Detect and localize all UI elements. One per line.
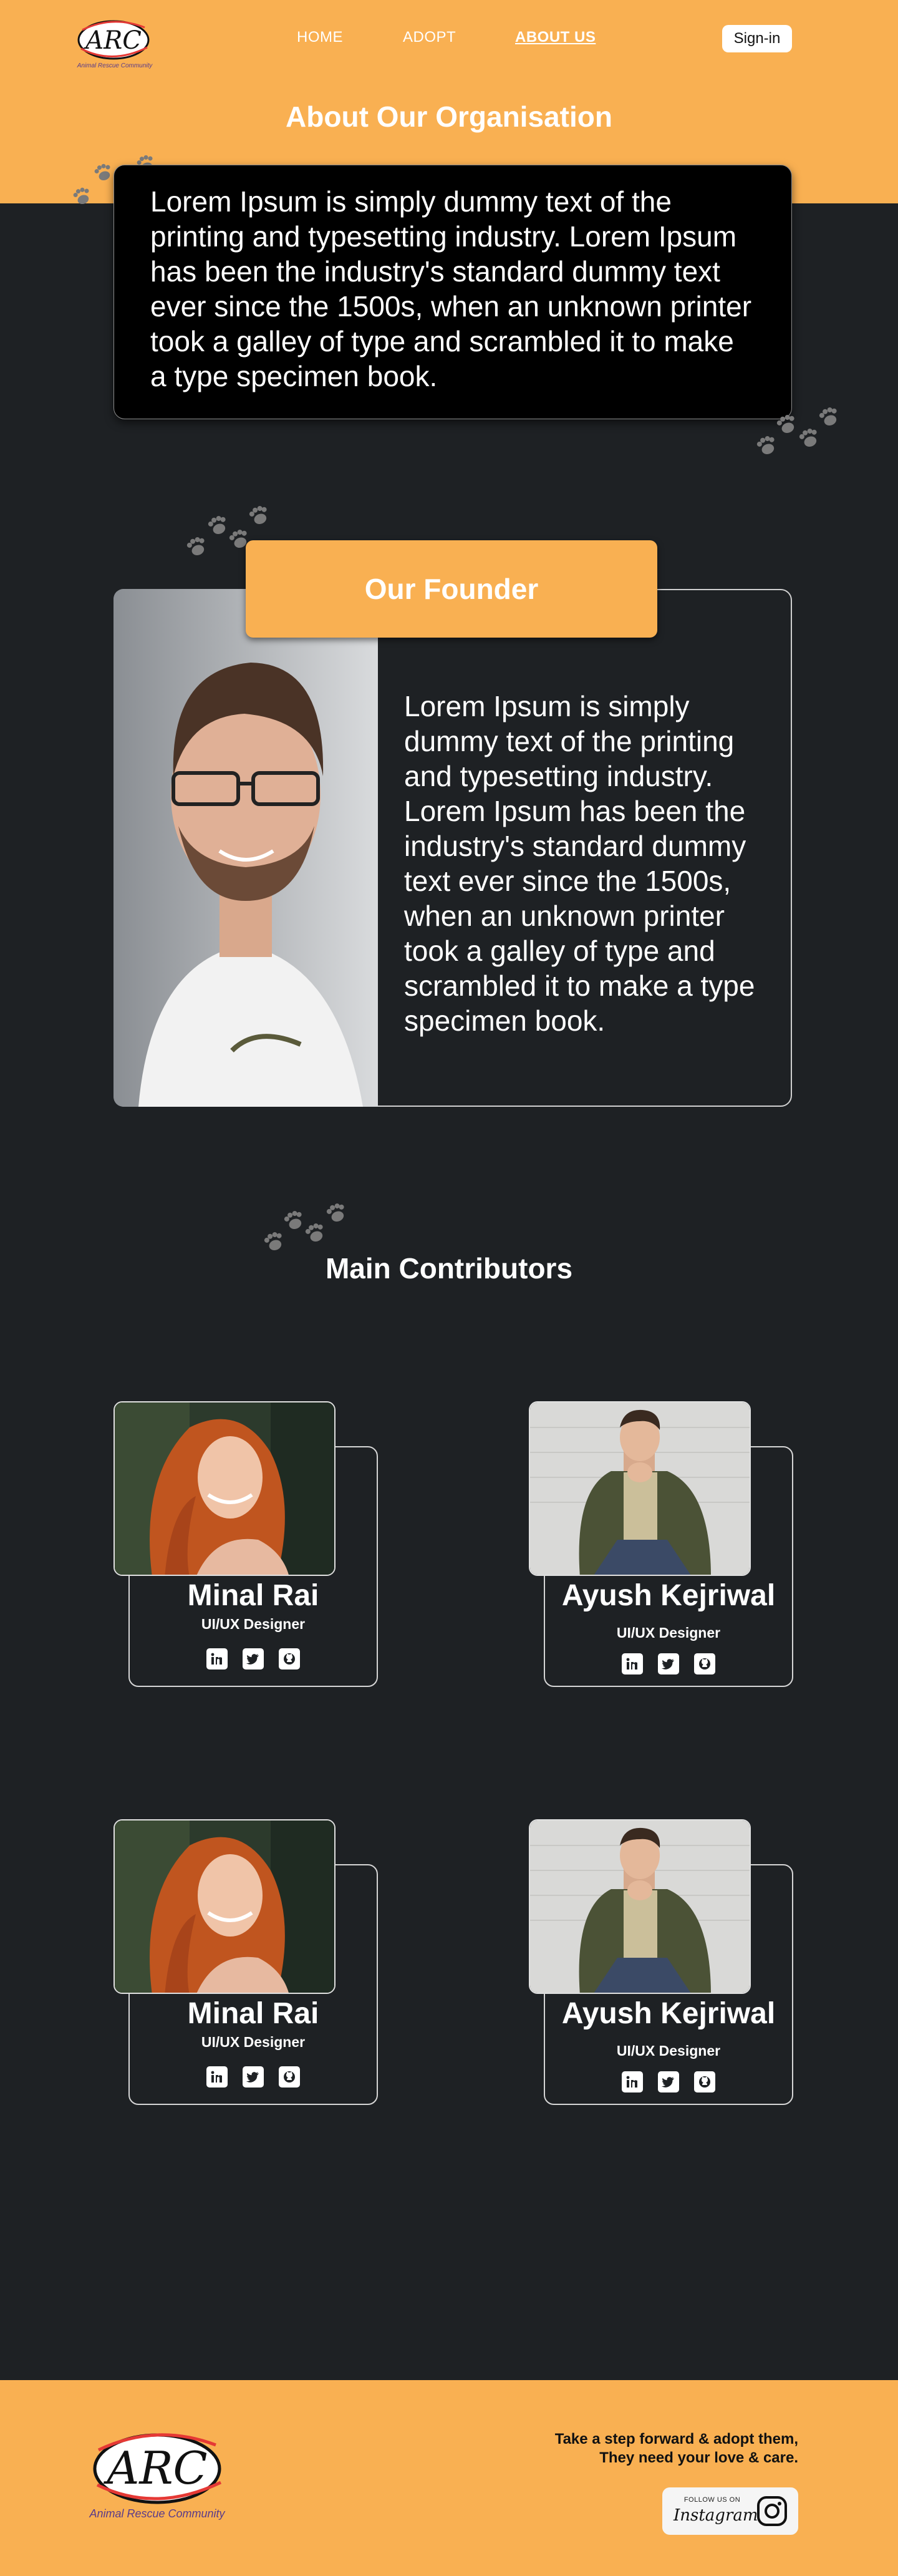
github-icon[interactable] [279,1648,300,1670]
nav-about-us[interactable]: ABOUT US [515,29,596,46]
page-title: About Our Organisation [286,100,612,133]
contributor-role: UI/UX Designer [201,2034,306,2050]
contributor-card: Ayush Kejriwal UI/UX Designer [529,1401,799,1688]
contributor-photo [113,1401,336,1576]
linkedin-icon[interactable] [206,1648,228,1670]
github-icon[interactable] [694,1653,715,1674]
github-icon[interactable] [694,2071,715,2092]
logo-subtitle: Animal Rescue Community [89,2507,225,2520]
contributor-card: Minal Rai UI/UX Designer [113,1819,384,2106]
contributor-photo [529,1819,751,1994]
signin-button[interactable]: Sign-in [722,25,792,52]
founder-heading: Our Founder [246,540,657,638]
contributor-role: UI/UX Designer [201,1616,306,1632]
twitter-icon[interactable] [243,2066,264,2088]
contributor-photo [529,1401,751,1576]
contributor-name: Ayush Kejriwal [561,1997,776,2030]
tagline-line-2: They need your love & care. [599,2449,798,2466]
twitter-icon[interactable] [658,1653,679,1674]
founder-text: Lorem Ipsum is simply dummy text of the … [404,690,755,1037]
twitter-icon[interactable] [658,2071,679,2092]
instagram-icon [757,2496,787,2526]
footer: ARC Animal Rescue Community Take a step … [0,2380,898,2576]
contributor-name: Minal Rai [187,1997,319,2030]
contributor-photo [113,1819,336,1994]
linkedin-icon[interactable] [622,1653,643,1674]
social-links [544,2071,793,2092]
social-links [128,1648,378,1670]
tagline-line-1: Take a step forward & adopt them, [554,2431,798,2447]
instagram-wordmark: Instagram [674,2506,758,2525]
founder-photo [113,589,378,1107]
arc-logo[interactable]: ARC Animal Rescue Community [87,2425,231,2525]
paw-prints-icon [756,407,837,455]
contributors-heading: Main Contributors [325,1252,573,1285]
instagram-button[interactable]: FOLLOW US ON Instagram [662,2487,798,2535]
social-links [128,2066,378,2088]
about-text: Lorem Ipsum is simply dummy text of the … [150,185,752,392]
linkedin-icon[interactable] [622,2071,643,2092]
linkedin-icon[interactable] [206,2066,228,2088]
contributor-name: Ayush Kejriwal [561,1579,776,1612]
social-links [544,1653,793,1674]
logo-wordmark: ARC [103,2442,207,2494]
about-panel: Lorem Ipsum is simply dummy text of the … [113,165,792,419]
nav-adopt[interactable]: ADOPT [403,29,456,46]
contributor-card: Ayush Kejriwal UI/UX Designer [529,1819,799,2106]
contributor-card: Minal Rai UI/UX Designer [113,1401,384,1688]
contributor-name: Minal Rai [187,1579,319,1612]
contributor-role: UI/UX Designer [616,1625,721,1641]
logo-subtitle: Animal Rescue Community [77,62,153,69]
paw-prints-icon [264,1203,344,1251]
github-icon[interactable] [279,2066,300,2088]
nav-home[interactable]: HOME [297,29,343,46]
twitter-icon[interactable] [243,1648,264,1670]
contributor-role: UI/UX Designer [616,2043,721,2059]
footer-tagline: Take a step forward & adopt them, They n… [555,2430,798,2467]
instagram-caption: FOLLOW US ON [683,2496,741,2504]
